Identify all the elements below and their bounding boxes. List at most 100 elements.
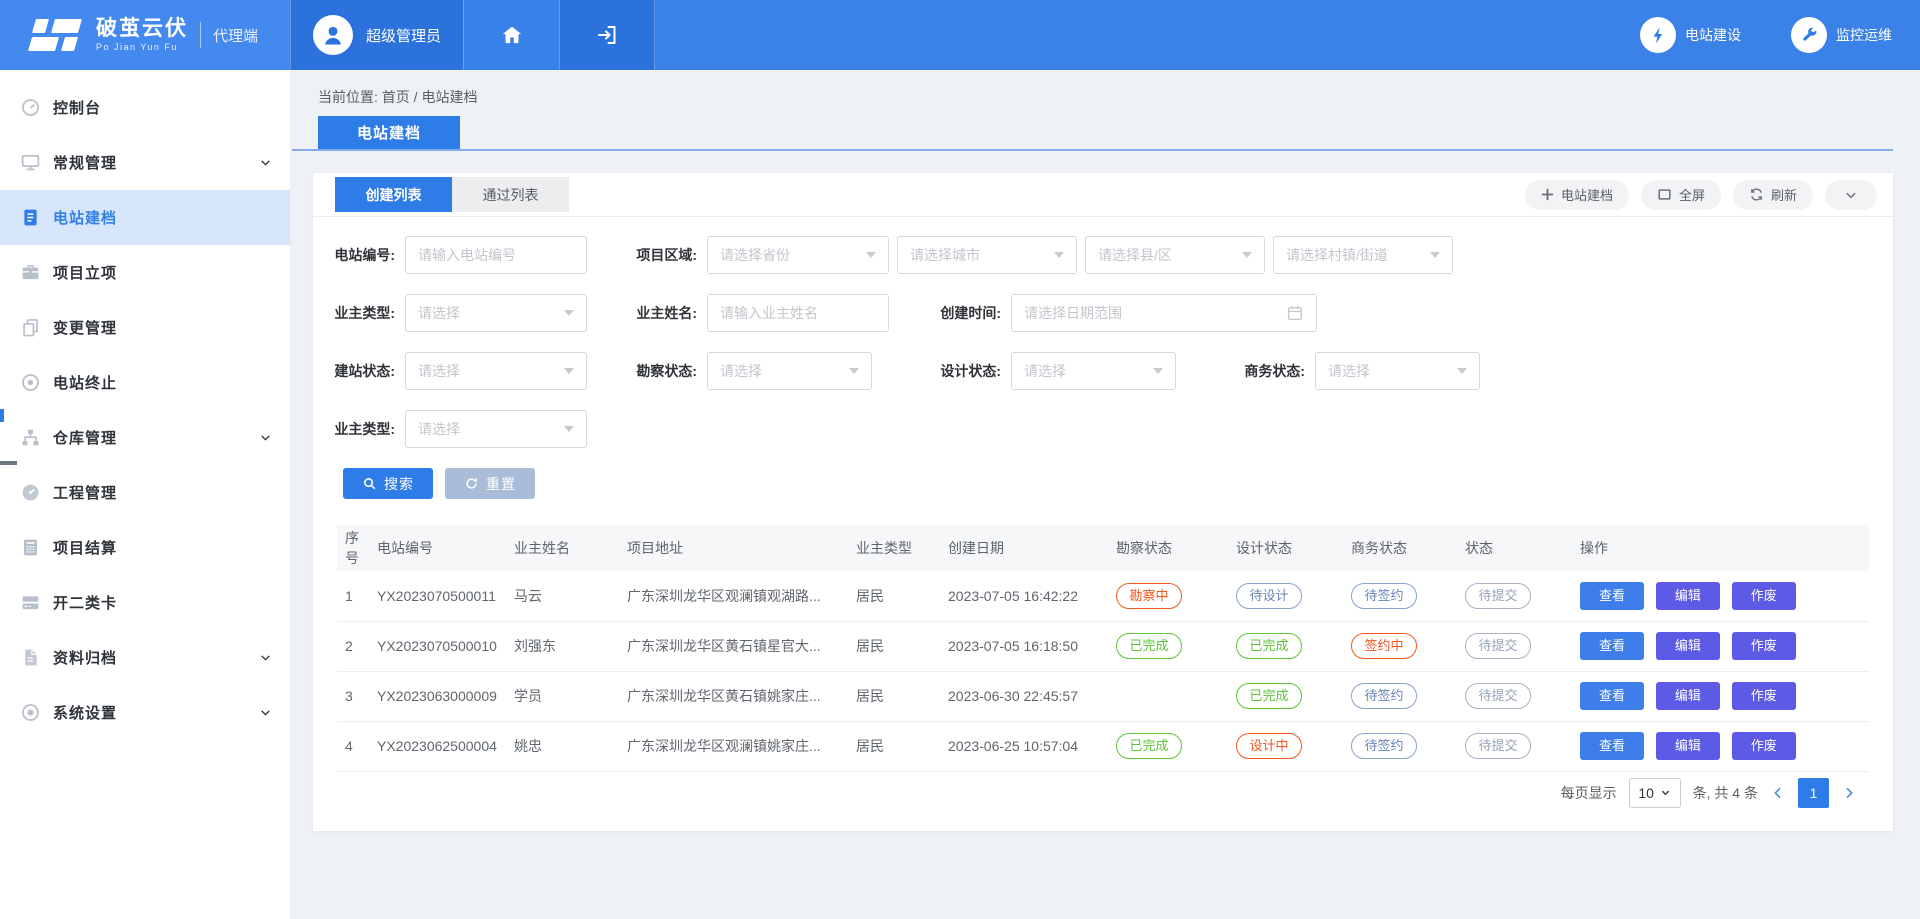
business-status-select[interactable]: 请选择 [1315,352,1480,390]
sidebar-item-engineering-mgmt[interactable]: 工程管理 [0,465,290,520]
station-code-input[interactable] [405,236,587,274]
view-button[interactable]: 查看 [1580,632,1644,660]
filter-row-4: 业主类型: 请选择 [313,410,1893,448]
card-icon [19,591,42,614]
survey-status-select[interactable]: 请选择 [707,352,872,390]
filter-row-1: 电站编号: 项目区域: 请选择省份 请选择城市 请选择县/区 请选择村镇/街道 [313,236,1893,274]
status-badge: 已完成 [1116,733,1182,759]
fullscreen-button[interactable]: 全屏 [1641,180,1721,210]
status-badge: 设计中 [1236,733,1302,759]
province-select[interactable]: 请选择省份 [707,236,889,274]
design-status-select[interactable]: 请选择 [1011,352,1176,390]
edit-button[interactable]: 编辑 [1656,682,1720,710]
void-button[interactable]: 作废 [1732,582,1796,610]
edit-button[interactable]: 编辑 [1656,582,1720,610]
view-button[interactable]: 查看 [1580,732,1644,760]
owner-type-label: 业主类型: [323,303,395,323]
county-select[interactable]: 请选择县/区 [1085,236,1265,274]
target-icon [19,371,42,394]
home-button[interactable] [463,0,559,70]
user-menu[interactable]: 超级管理员 [290,0,463,70]
edit-button[interactable]: 编辑 [1656,732,1720,760]
person-icon [320,22,346,48]
void-button[interactable]: 作废 [1732,632,1796,660]
brand-side-label: 代理端 [213,25,258,46]
reset-button[interactable]: 重置 [445,468,535,499]
view-button[interactable]: 查看 [1580,582,1644,610]
owner-name-label: 业主姓名: [625,303,697,323]
username: 超级管理员 [366,25,441,46]
sidebar-item-project-settlement[interactable]: 项目结算 [0,520,290,575]
refresh-icon [1749,187,1764,202]
dashboard-icon [19,96,42,119]
sidebar-item-open-card[interactable]: 开二类卡 [0,575,290,630]
prev-page-button[interactable] [1770,785,1786,801]
per-page-label: 每页显示 [1561,783,1617,803]
owner-type-select[interactable]: 请选择 [405,294,587,332]
wrench-icon [1791,17,1827,53]
sidebar-item-system-settings[interactable]: 系统设置 [0,685,290,740]
plus-icon [1541,188,1554,201]
select-caret-icon [1242,252,1252,258]
logout-button[interactable] [559,0,655,70]
region-label: 项目区域: [625,245,697,265]
per-page-select[interactable]: 10 [1629,778,1681,808]
sidebar-item-console[interactable]: 控制台 [0,80,290,135]
sidebar-item-change-mgmt[interactable]: 变更管理 [0,300,290,355]
owner-type2-select[interactable]: 请选择 [405,410,587,448]
refresh-button[interactable]: 刷新 [1733,180,1813,210]
table-row: 2 YX2023070500010 刘强东 广东深圳龙华区黄石镇星官大... 居… [337,621,1869,671]
col-code: 电站编号 [377,525,514,571]
list-panel: 创建列表 通过列表 电站建档 全屏 刷新 [313,173,1893,831]
settings-icon [19,701,42,724]
add-station-button[interactable]: 电站建档 [1525,180,1629,210]
table-header-row: 序号 电站编号 业主姓名 项目地址 业主类型 创建日期 勘察状态 设计状态 商务… [337,525,1869,571]
tab-passed-list[interactable]: 通过列表 [452,177,569,212]
owner-name-input[interactable] [707,294,889,332]
build-status-select[interactable]: 请选择 [405,352,587,390]
sidebar-item-general-mgmt[interactable]: 常规管理 [0,135,290,190]
sidebar-item-station-archive[interactable]: 电站建档 [0,190,290,245]
void-button[interactable]: 作废 [1732,732,1796,760]
gauge-icon [19,481,42,504]
search-button[interactable]: 搜索 [343,468,433,499]
nav-station-build[interactable]: 电站建设 [1640,17,1741,53]
sidebar-item-warehouse-mgmt[interactable]: 仓库管理 [0,410,290,465]
nav-monitor-ops[interactable]: 监控运维 [1791,17,1892,53]
col-type: 业主类型 [856,525,948,571]
status-badge: 签约中 [1351,633,1417,659]
select-caret-icon [1430,252,1440,258]
date-range-picker[interactable]: 请选择日期范围 [1011,294,1317,332]
status-badge: 待签约 [1351,733,1417,759]
select-caret-icon [564,368,574,374]
town-select[interactable]: 请选择村镇/街道 [1273,236,1453,274]
city-select[interactable]: 请选择城市 [897,236,1077,274]
col-owner: 业主姓名 [514,525,627,571]
filter-row-2: 业主类型: 请选择 业主姓名: 创建时间: 请选择日期范围 [313,294,1893,332]
survey-status-label: 勘察状态: [625,361,697,381]
status-badge: 已完成 [1236,633,1302,659]
edit-button[interactable]: 编辑 [1656,632,1720,660]
sidebar: 控制台 常规管理 电站建档 项目立项 [0,70,290,919]
collapse-button[interactable] [1825,180,1877,210]
filter-form: 电站编号: 项目区域: 请选择省份 请选择城市 请选择县/区 请选择村镇/街道 … [313,217,1893,499]
sidebar-item-station-termination[interactable]: 电站终止 [0,355,290,410]
lightning-icon [1640,17,1676,53]
view-button[interactable]: 查看 [1580,682,1644,710]
next-page-button[interactable] [1841,785,1857,801]
void-button[interactable]: 作废 [1732,682,1796,710]
copy-icon [19,316,42,339]
sidebar-item-data-archive[interactable]: 资料归档 [0,630,290,685]
col-business: 商务状态 [1351,525,1465,571]
build-status-label: 建站状态: [323,361,395,381]
col-actions: 操作 [1580,525,1869,571]
page-tab[interactable]: 电站建档 [318,116,460,149]
sidebar-item-project-initiation[interactable]: 项目立项 [0,245,290,300]
col-no: 序号 [337,525,377,571]
sidebar-scrollbar-thumb[interactable] [0,409,4,422]
pagination: 每页显示 10 条, 共 4 条 1 [313,778,1857,808]
breadcrumb: 当前位置: 首页 / 电站建档 [318,87,477,107]
chevron-down-icon [259,651,272,669]
tab-created-list[interactable]: 创建列表 [335,177,452,212]
page-number[interactable]: 1 [1798,778,1829,808]
